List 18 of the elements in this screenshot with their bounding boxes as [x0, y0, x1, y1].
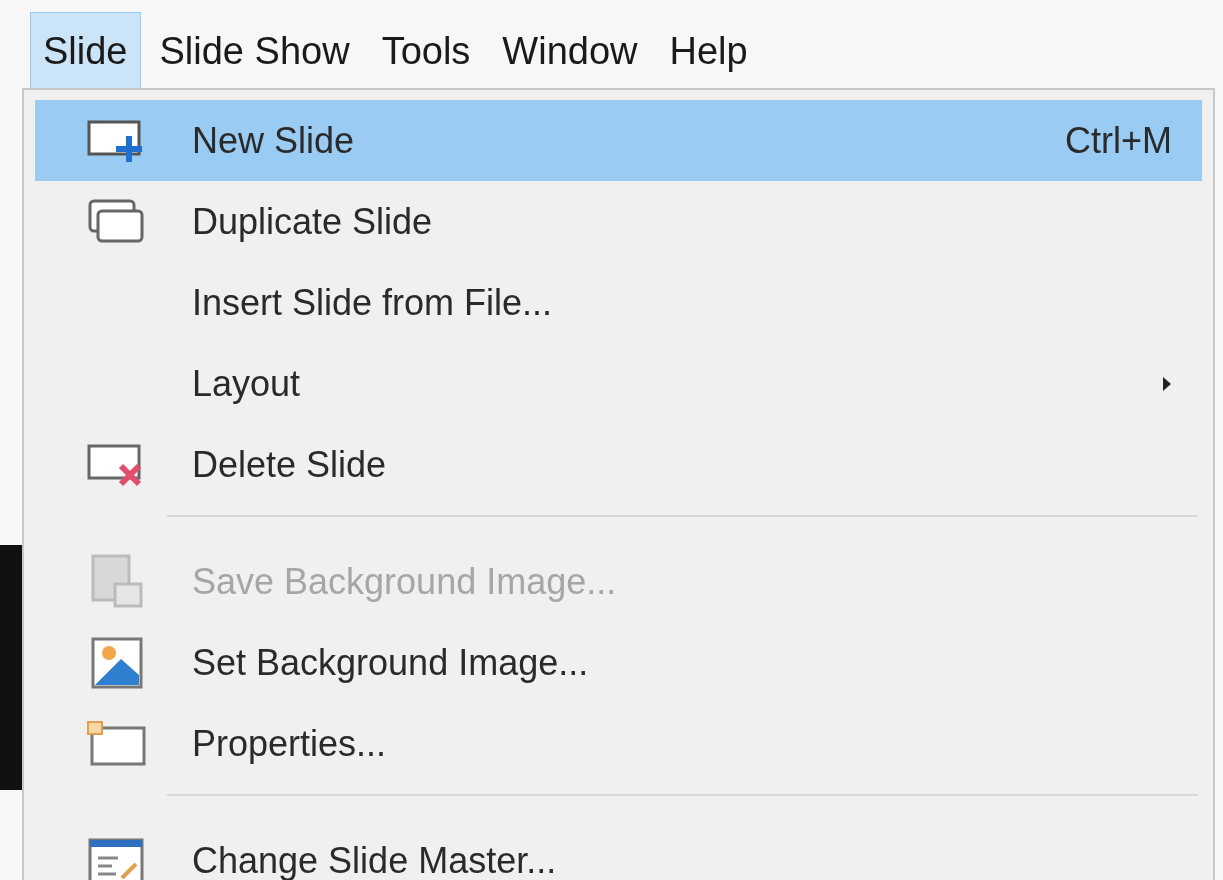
menu-item[interactable]: Delete Slide — [35, 424, 1202, 505]
properties-icon — [85, 719, 148, 768]
menu-item[interactable]: Change Slide Master... — [35, 820, 1202, 880]
menu-bar-item[interactable]: Slide — [30, 12, 141, 90]
image-icon — [90, 636, 143, 689]
menu-item[interactable]: Layout — [35, 343, 1202, 424]
menu-item[interactable]: Insert Slide from File... — [35, 262, 1202, 343]
submenu-arrow-icon — [1162, 375, 1172, 392]
menu-bar-item[interactable]: Window — [489, 12, 651, 90]
menu-bar-item[interactable]: Help — [656, 12, 761, 90]
duplicate-icon — [87, 198, 146, 245]
menu-item[interactable]: New Slide Ctrl+M — [35, 100, 1202, 181]
slide-master-icon — [87, 837, 146, 880]
menu-item[interactable]: Properties... — [35, 703, 1202, 784]
menu-item[interactable]: Duplicate Slide — [35, 181, 1202, 262]
menu-bar-item[interactable]: Tools — [368, 12, 484, 90]
menu-item[interactable]: Set Background Image... — [35, 622, 1202, 703]
menu-bar-item[interactable]: Slide Show — [146, 12, 363, 90]
